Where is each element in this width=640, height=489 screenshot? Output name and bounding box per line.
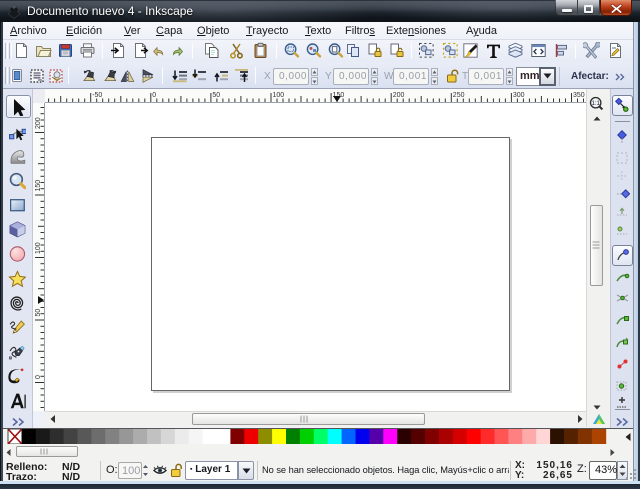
svg-text:100: 100 xyxy=(35,242,42,254)
svg-text:50: 50 xyxy=(212,92,220,99)
svg-text:0: 0 xyxy=(35,375,42,379)
svg-text:250: 250 xyxy=(453,92,465,99)
svg-text:0: 0 xyxy=(152,92,156,99)
svg-text:50: 50 xyxy=(35,309,42,317)
svg-text:200: 200 xyxy=(393,92,405,99)
svg-text:1:1: 1:1 xyxy=(592,101,601,107)
svg-text:150: 150 xyxy=(35,180,42,192)
svg-text:100: 100 xyxy=(273,92,285,99)
svg-text:200: 200 xyxy=(35,117,42,129)
svg-text:300: 300 xyxy=(513,92,525,99)
svg-text:-50: -50 xyxy=(92,92,102,99)
svg-text:350: 350 xyxy=(573,92,585,99)
